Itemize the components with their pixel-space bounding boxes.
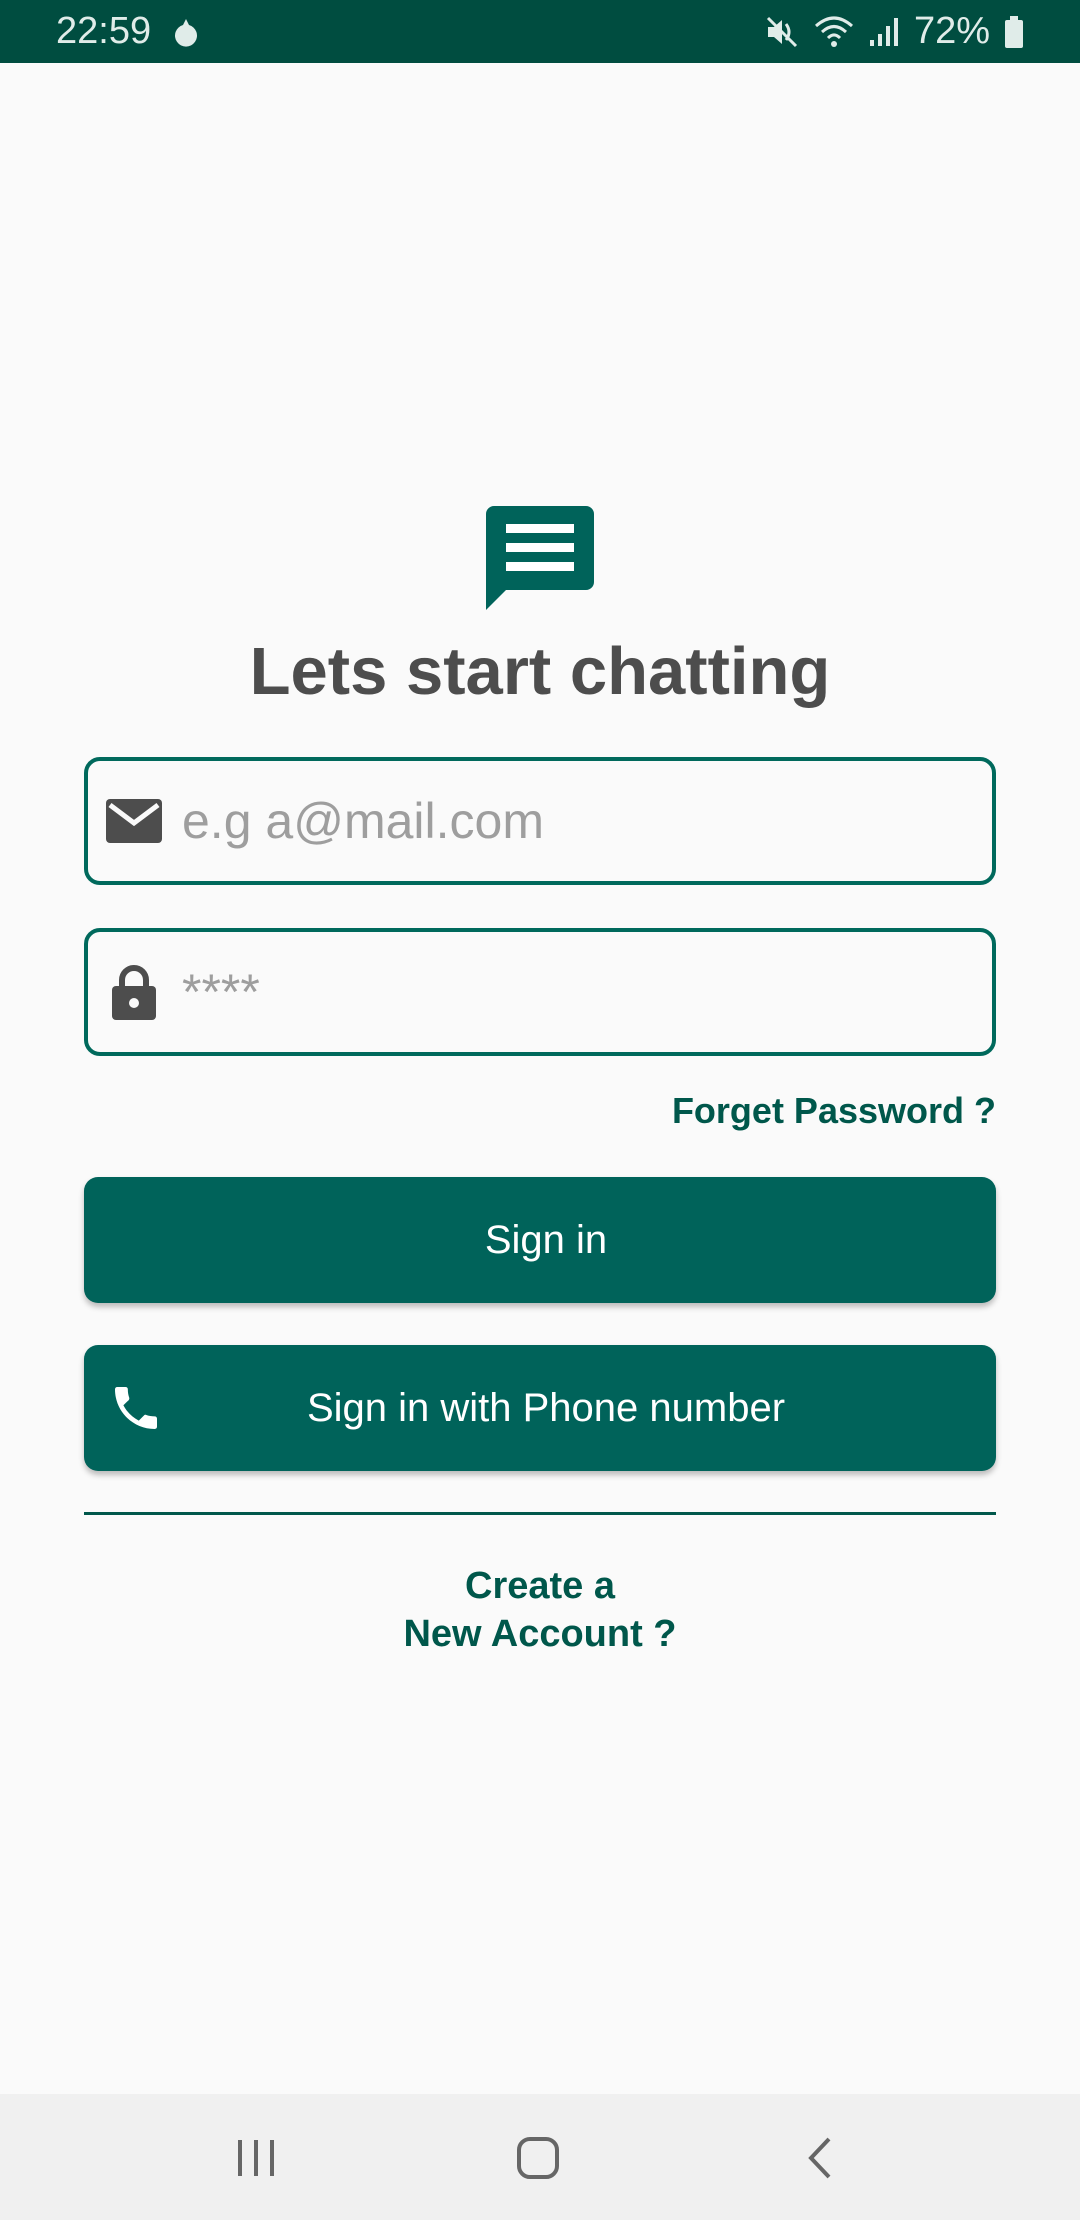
sign-in-phone-label: Sign in with Phone number <box>306 1385 786 1430</box>
password-field[interactable] <box>84 928 996 1056</box>
email-input[interactable] <box>182 792 962 850</box>
back-icon[interactable] <box>790 2128 850 2188</box>
create-account-link[interactable]: Create a New Account ? <box>0 1562 1080 1658</box>
status-time: 22:59 <box>56 10 152 52</box>
battery-percent: 72% <box>913 10 990 52</box>
envelope-icon <box>106 793 162 849</box>
sign-in-button[interactable]: Sign in <box>84 1177 996 1303</box>
phone-icon <box>108 1380 164 1436</box>
sign-in-phone-button[interactable]: Sign in with Phone number <box>84 1345 996 1471</box>
sign-in-label: Sign in <box>484 1217 608 1262</box>
lock-icon <box>106 964 162 1020</box>
email-field[interactable] <box>84 757 996 885</box>
page-title: Lets start chatting <box>249 634 831 709</box>
home-icon[interactable] <box>508 2128 568 2188</box>
recents-icon[interactable] <box>226 2128 286 2188</box>
wifi-icon <box>814 14 854 50</box>
create-account-line1: Create a <box>465 1565 615 1607</box>
create-account-line2: New Account ? <box>403 1613 677 1655</box>
navigation-bar <box>0 2094 1080 2220</box>
chat-message-icon <box>486 506 594 614</box>
battery-icon <box>1004 15 1024 48</box>
mute-icon <box>764 14 800 50</box>
notification-icon <box>173 17 199 47</box>
password-input[interactable] <box>182 963 962 1021</box>
divider <box>84 1512 996 1515</box>
signal-icon <box>868 16 900 48</box>
forget-password-link[interactable]: Forget Password ? <box>672 1084 996 1138</box>
status-bar: 22:59 72% <box>0 0 1080 63</box>
